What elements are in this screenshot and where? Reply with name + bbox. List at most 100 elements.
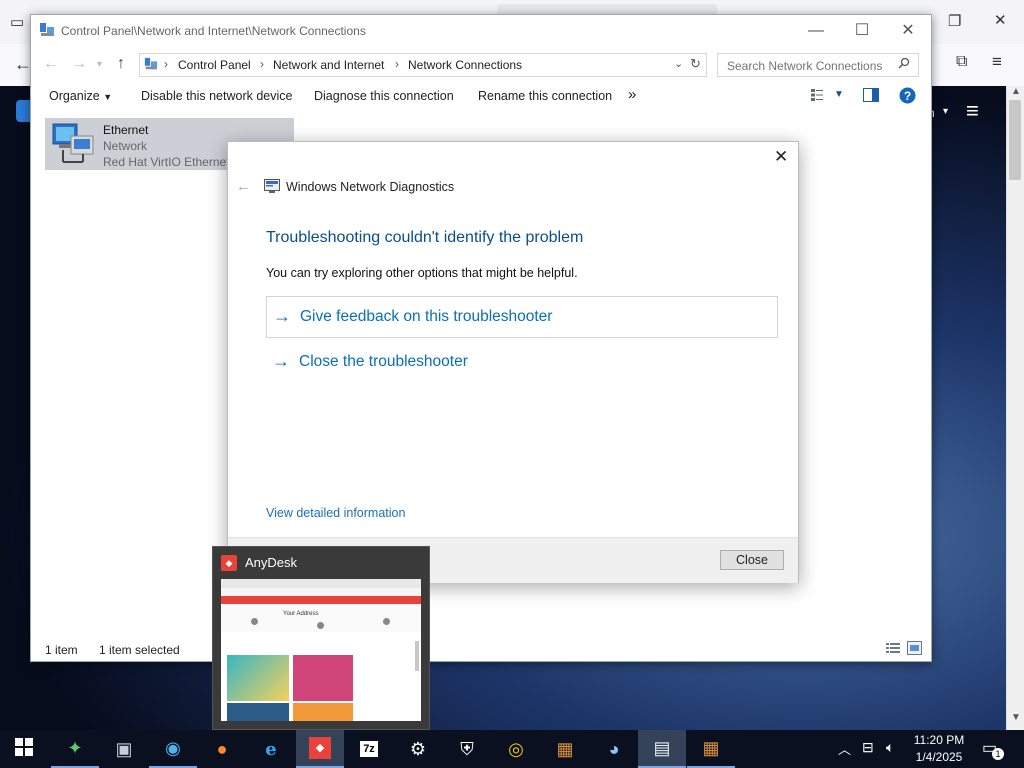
search-box[interactable] — [717, 53, 919, 77]
details-view-icon[interactable] — [885, 642, 901, 658]
chevron-down-icon: ▾ — [943, 106, 949, 117]
organize-menu[interactable]: Organize ▼ — [49, 89, 112, 103]
more-commands-button[interactable]: » — [628, 86, 636, 103]
taskbar-app-remote[interactable]: ◎ — [492, 730, 540, 768]
scroll-down-icon[interactable]: ▼ — [1011, 712, 1021, 723]
internet-globe-icon: ◉ — [165, 737, 181, 758]
taskbar-app-installer[interactable]: ▦ — [687, 730, 735, 768]
address-location-icon — [144, 57, 158, 74]
dialog-subtext: You can try exploring other options that… — [266, 266, 578, 280]
address-bar[interactable]: › Control Panel › Network and Internet ›… — [139, 53, 707, 77]
address-row: ← → ▾ ↑ › Control Panel › Network and In… — [31, 49, 931, 79]
hamburger-menu-icon[interactable]: ≡ — [966, 98, 979, 124]
close-troubleshooter-label: Close the troubleshooter — [299, 353, 468, 370]
help-icon[interactable]: ? — [899, 87, 916, 107]
dialog-back-arrow-icon[interactable]: ← — [236, 178, 251, 195]
dialog-close-icon[interactable]: ✕ — [774, 147, 788, 167]
up-arrow-icon[interactable]: ↑ — [117, 55, 125, 73]
thumb-dot — [317, 622, 324, 629]
give-feedback-option[interactable]: → Give feedback on this troubleshooter — [266, 296, 778, 338]
browser-tabs-icon[interactable]: ▭ — [10, 13, 24, 31]
preview-pane-icon[interactable] — [863, 88, 879, 105]
thumb-scrollbar — [415, 641, 419, 671]
forward-arrow-icon[interactable]: → — [71, 55, 87, 73]
address-dropdown-icon[interactable]: ⌄ — [674, 57, 683, 70]
taskbar-app-globe[interactable]: ◕ — [590, 730, 638, 768]
globe-icon: ◕ — [608, 738, 620, 759]
thumb-tile — [227, 655, 289, 701]
status-bar: 1 item 1 item selected — [31, 637, 931, 661]
large-icons-view-icon[interactable] — [907, 641, 922, 658]
taskbar-app-internet-explorer[interactable]: e — [247, 730, 295, 768]
search-input[interactable] — [725, 56, 899, 76]
browser-extensions-icon[interactable]: ⧉ — [956, 53, 967, 71]
taskbar-app-internet[interactable]: ◉ — [149, 730, 197, 768]
refresh-icon[interactable]: ↻ — [690, 56, 701, 72]
taskbar-app-network-diagnostics[interactable]: ▤ — [638, 730, 686, 768]
installer-package-icon: ▦ — [702, 737, 720, 758]
globe-tools-icon: ✦ — [67, 737, 83, 758]
browser-close-icon[interactable]: ✕ — [994, 11, 1007, 29]
rename-connection-button[interactable]: Rename this connection — [478, 89, 612, 103]
taskbar-app-7zip[interactable]: 7z — [345, 730, 393, 768]
back-arrow-icon[interactable]: ← — [43, 55, 59, 73]
taskbar-app-firefox[interactable]: ● — [198, 730, 246, 768]
thumb-tile — [293, 655, 353, 701]
internet-explorer-icon: e — [265, 738, 277, 760]
give-feedback-label: Give feedback on this troubleshooter — [300, 308, 553, 325]
organize-label: Organize — [49, 89, 100, 103]
thumb-red-bar — [221, 596, 421, 604]
change-view-icon[interactable] — [810, 88, 824, 105]
taskbar-clock[interactable]: 11:20 PM 1/4/2025 — [905, 732, 973, 766]
anydesk-thumbnail: Your Address — [221, 579, 421, 721]
thumb-address-section: Your Address — [221, 604, 421, 632]
minimize-button[interactable]: — — [793, 15, 839, 47]
taskbar-app-package[interactable]: ▦ — [541, 730, 589, 768]
taskbar-app-explorer-tools[interactable]: ✦ — [51, 730, 99, 768]
network-diagnostics-dialog: ✕ ← Windows Network Diagnostics Troubles… — [227, 141, 799, 583]
browser-scrollbar[interactable]: ▲ ▼ — [1006, 86, 1024, 730]
anydesk-taskbar-preview[interactable]: ◆ AnyDesk Your Address — [212, 546, 430, 730]
thumb-tile — [293, 703, 353, 721]
volume-muted-icon[interactable]: 🔈︎ — [886, 739, 894, 756]
view-options-dropdown-icon[interactable]: ▼ — [834, 89, 844, 100]
chevron-right-icon: › — [395, 57, 399, 71]
7zip-icon: 7z — [360, 741, 378, 757]
scroll-up-icon[interactable]: ▲ — [1011, 86, 1021, 97]
network-diagnostics-icon — [264, 179, 280, 196]
network-tray-icon[interactable]: ⊟ — [862, 739, 874, 756]
connection-status: Network — [103, 139, 148, 153]
browser-restore-icon[interactable]: ❐ — [948, 12, 961, 30]
taskbar-app-settings[interactable]: ⚙ — [394, 730, 442, 768]
gear-icon: ⚙ — [409, 738, 427, 759]
breadcrumb-control-panel[interactable]: Control Panel — [178, 58, 251, 72]
recent-locations-icon[interactable]: ▾ — [97, 59, 102, 70]
network-diagnostics-taskbar-icon: ▤ — [653, 737, 671, 758]
chevron-right-icon: › — [164, 57, 168, 71]
breadcrumb-network-and-internet[interactable]: Network and Internet — [273, 58, 384, 72]
command-bar: Organize ▼ Disable this network device D… — [31, 83, 931, 111]
chevron-up-icon[interactable]: ︿ — [838, 739, 851, 758]
close-window-button[interactable]: ✕ — [885, 15, 931, 47]
taskbar-app-anydesk[interactable]: ◆ — [296, 730, 344, 768]
computer-icon: ▣ — [115, 738, 133, 759]
taskbar-app-computer[interactable]: ▣ — [100, 730, 148, 768]
taskbar-app-security[interactable]: ⛨ — [443, 730, 491, 768]
anydesk-icon: ◆ — [221, 555, 237, 571]
browser-scroll-thumb[interactable] — [1009, 100, 1021, 180]
connection-name: Ethernet — [103, 123, 149, 137]
breadcrumb-network-connections[interactable]: Network Connections — [408, 58, 522, 72]
chevron-down-icon: ▼ — [103, 92, 113, 102]
arrow-right-icon: → — [273, 306, 291, 326]
maximize-button[interactable]: ☐ — [839, 15, 885, 47]
network-connections-icon — [39, 22, 55, 41]
diagnose-connection-button[interactable]: Diagnose this connection — [314, 89, 454, 103]
windows-start-button[interactable] — [0, 730, 48, 768]
close-button[interactable]: Close — [720, 550, 784, 570]
search-icon[interactable] — [898, 57, 910, 72]
browser-menu-icon[interactable]: ≡ — [992, 52, 1002, 72]
view-detailed-information-link[interactable]: View detailed information — [266, 506, 405, 520]
disable-device-button[interactable]: Disable this network device — [141, 89, 292, 103]
close-troubleshooter-option[interactable]: → Close the troubleshooter — [266, 342, 776, 382]
explorer-titlebar: Control Panel\Network and Internet\Netwo… — [31, 15, 931, 47]
